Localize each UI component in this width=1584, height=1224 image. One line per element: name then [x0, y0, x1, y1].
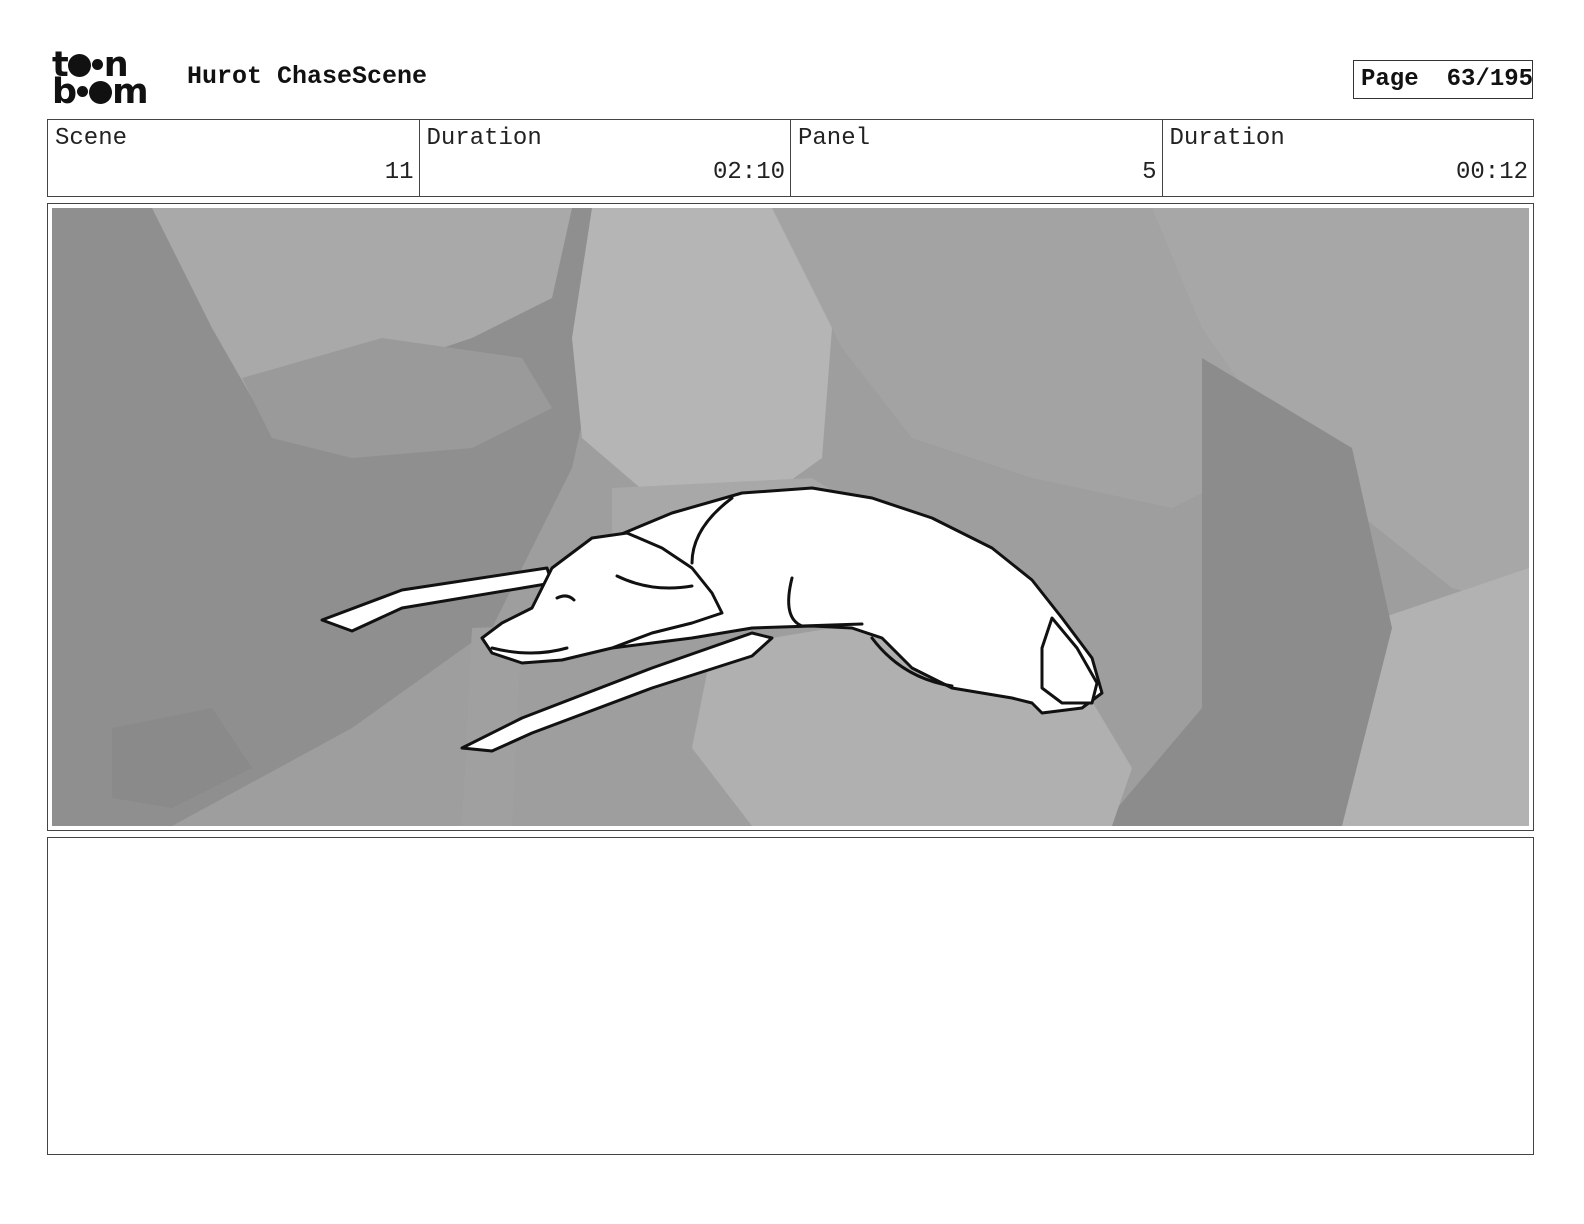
- panel-value: 5: [1142, 159, 1157, 186]
- panel-duration-value: 00:12: [1455, 159, 1528, 186]
- info-cell-scene: Scene 11: [48, 120, 420, 196]
- notes-box: [47, 837, 1534, 1155]
- info-cell-panel: Panel 5: [791, 120, 1163, 196]
- scene-value: 11: [384, 159, 414, 186]
- panel-frame: [47, 203, 1534, 831]
- info-row: Scene 11 Duration 02:10 Panel 5 Duration…: [47, 119, 1534, 197]
- toon-boom-logo: tn bm: [52, 48, 164, 112]
- storyboard-panel-image: [52, 208, 1529, 826]
- scene-duration-value: 02:10: [712, 159, 785, 186]
- page-value: 63/195: [1446, 66, 1534, 93]
- info-cell-scene-duration: Duration 02:10: [420, 120, 791, 196]
- logo-line-2: bm: [52, 72, 149, 112]
- page-label: Page: [1361, 66, 1419, 93]
- page-counter: Page 63/195: [1353, 60, 1533, 99]
- scene-label: Scene: [55, 125, 128, 152]
- info-cell-panel-duration: Duration 00:12: [1163, 120, 1534, 196]
- panel-duration-label: Duration: [1169, 125, 1285, 152]
- panel-label: Panel: [798, 125, 871, 152]
- project-title: Hurot ChaseScene: [187, 62, 428, 91]
- scene-duration-label: Duration: [426, 125, 542, 152]
